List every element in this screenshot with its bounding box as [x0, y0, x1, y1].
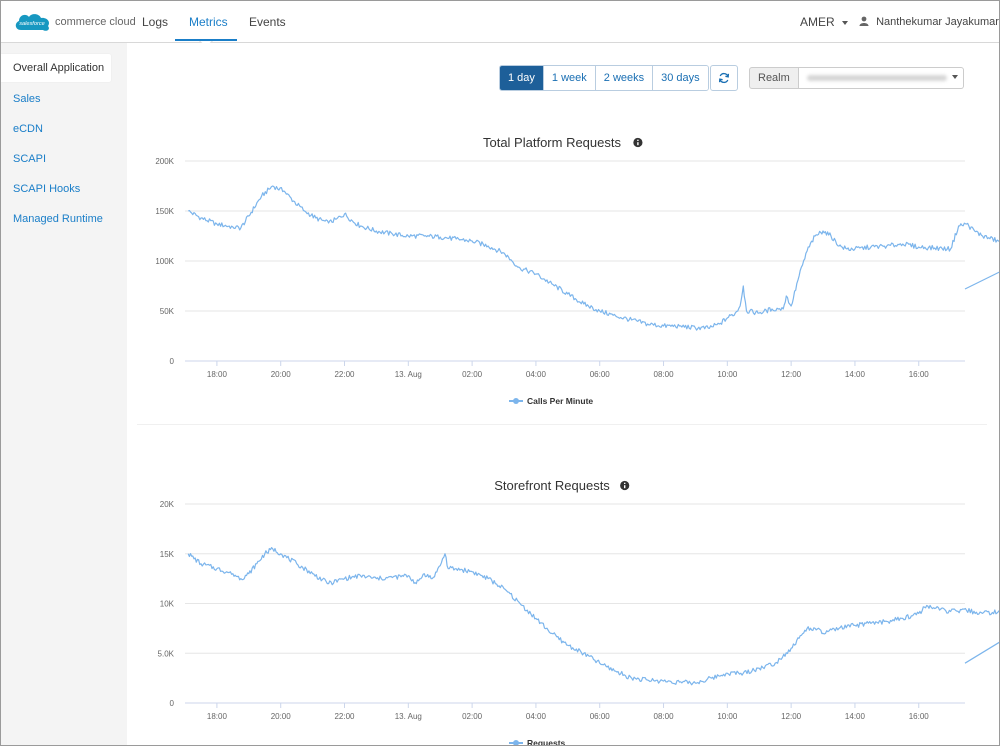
logo-badge-text: salesforce: [19, 21, 45, 27]
chart-total-platform-requests: Total Platform Requests 0 50K 100K 150K 200K 1…: [127, 127, 999, 412]
app-window: salesforce commerce cloud Logs Metrics E…: [0, 0, 1000, 746]
period-1-week-button[interactable]: 1 week: [543, 66, 596, 90]
y-tick-label: 0: [170, 357, 175, 366]
caret-down-icon: [951, 75, 958, 79]
top-navigation: salesforce commerce cloud Logs Metrics E…: [1, 1, 999, 43]
chart-storefront-requests: Storefront Requests 0 5.0K 10K 15K 20K 18:00 20…: [127, 468, 999, 746]
y-tick-label: 200K: [155, 157, 174, 166]
x-tick-label: 12:00: [781, 370, 802, 379]
tab-metrics[interactable]: Metrics: [189, 1, 228, 42]
x-tick-label: 02:00: [462, 712, 483, 721]
realm-control: Realm: [749, 67, 964, 89]
logo[interactable]: salesforce commerce cloud: [13, 10, 136, 34]
y-tick-label: 15K: [160, 550, 175, 559]
x-tick-label: 04:00: [526, 712, 547, 721]
chart-storefront-requests-svg: Storefront Requests 0 5.0K 10K 15K 20K 18:00 20…: [158, 478, 999, 746]
x-tick-label: 13. Aug: [395, 370, 422, 379]
x-tick-label: 08:00: [654, 712, 675, 721]
y-tick-label: 10K: [160, 600, 175, 609]
y-tick-label: 0: [170, 699, 175, 708]
x-tick-label: 08:00: [654, 370, 675, 379]
x-tick-label: 18:00: [207, 370, 228, 379]
sidebar: Overall Application Sales eCDN SCAPI SCA…: [1, 43, 127, 745]
x-tick-label: 22:00: [334, 712, 355, 721]
sidebar-item-managed-runtime[interactable]: Managed Runtime: [1, 205, 111, 233]
series-line-calls-per-minute: [187, 185, 999, 331]
user-menu[interactable]: Nanthekumar Jayakumar: [859, 1, 999, 42]
x-tick-label: 14:00: [845, 712, 866, 721]
x-tick-label: 02:00: [462, 370, 483, 379]
y-tick-label: 100K: [155, 257, 174, 266]
legend-item-requests[interactable]: Requests: [509, 738, 566, 746]
y-tick-label: 20K: [160, 500, 175, 509]
x-tick-label: 18:00: [207, 712, 228, 721]
period-1-day-button[interactable]: 1 day: [500, 66, 544, 90]
chart-total-platform-requests-svg: Total Platform Requests 0 50K 100K 150K 200K 1…: [155, 135, 999, 406]
period-2-weeks-button[interactable]: 2 weeks: [595, 66, 654, 90]
region-label: AMER: [800, 15, 835, 29]
sidebar-item-scapi[interactable]: SCAPI: [1, 145, 111, 173]
salesforce-cloud-icon: salesforce: [15, 14, 50, 31]
x-tick-label: 20:00: [271, 370, 292, 379]
legend-label: Requests: [527, 738, 566, 746]
info-icon[interactable]: [620, 480, 630, 491]
refresh-button[interactable]: [710, 65, 738, 91]
sidebar-item-sales[interactable]: Sales: [1, 85, 111, 113]
caret-down-icon: [842, 20, 849, 25]
logo-text: commerce cloud: [55, 16, 136, 28]
tab-events[interactable]: Events: [249, 1, 286, 42]
region-dropdown[interactable]: AMER: [800, 1, 849, 42]
sidebar-item-ecdn[interactable]: eCDN: [1, 115, 111, 143]
x-tick-label: 22:00: [334, 370, 355, 379]
tab-logs[interactable]: Logs: [142, 1, 168, 42]
x-tick-label: 13. Aug: [395, 712, 422, 721]
chart-title: Storefront Requests: [494, 478, 610, 493]
info-icon[interactable]: [633, 137, 643, 148]
chart-title: Total Platform Requests: [483, 135, 622, 150]
realm-value-redacted: [806, 75, 947, 81]
realm-label: Realm: [749, 67, 799, 89]
refresh-icon: [718, 72, 730, 84]
y-tick-label: 50K: [160, 307, 175, 316]
x-tick-label: 06:00: [590, 370, 611, 379]
x-tick-label: 16:00: [909, 712, 930, 721]
main-content: 1 day 1 week 2 weeks 30 days Realm Total…: [127, 43, 999, 745]
x-tick-label: 04:00: [526, 370, 547, 379]
y-tick-label: 5.0K: [158, 649, 175, 658]
legend-item-calls-per-minute[interactable]: Calls Per Minute: [509, 396, 593, 406]
realm-select[interactable]: [798, 67, 964, 89]
user-name: Nanthekumar Jayakumar: [876, 16, 999, 28]
x-tick-label: 14:00: [845, 370, 866, 379]
x-tick-label: 12:00: [781, 712, 802, 721]
period-selector: 1 day 1 week 2 weeks 30 days: [499, 65, 709, 91]
x-tick-label: 10:00: [717, 712, 738, 721]
series-line-requests: [187, 547, 999, 686]
x-tick-label: 16:00: [909, 370, 930, 379]
period-30-days-button[interactable]: 30 days: [653, 66, 708, 90]
x-tick-label: 06:00: [590, 712, 611, 721]
x-tick-label: 20:00: [271, 712, 292, 721]
user-icon: [859, 16, 869, 26]
sidebar-item-overall-application[interactable]: Overall Application: [1, 54, 111, 82]
legend-label: Calls Per Minute: [527, 396, 593, 406]
section-divider: [137, 424, 987, 425]
y-tick-label: 150K: [155, 207, 174, 216]
x-tick-label: 10:00: [717, 370, 738, 379]
sidebar-item-scapi-hooks[interactable]: SCAPI Hooks: [1, 175, 111, 203]
